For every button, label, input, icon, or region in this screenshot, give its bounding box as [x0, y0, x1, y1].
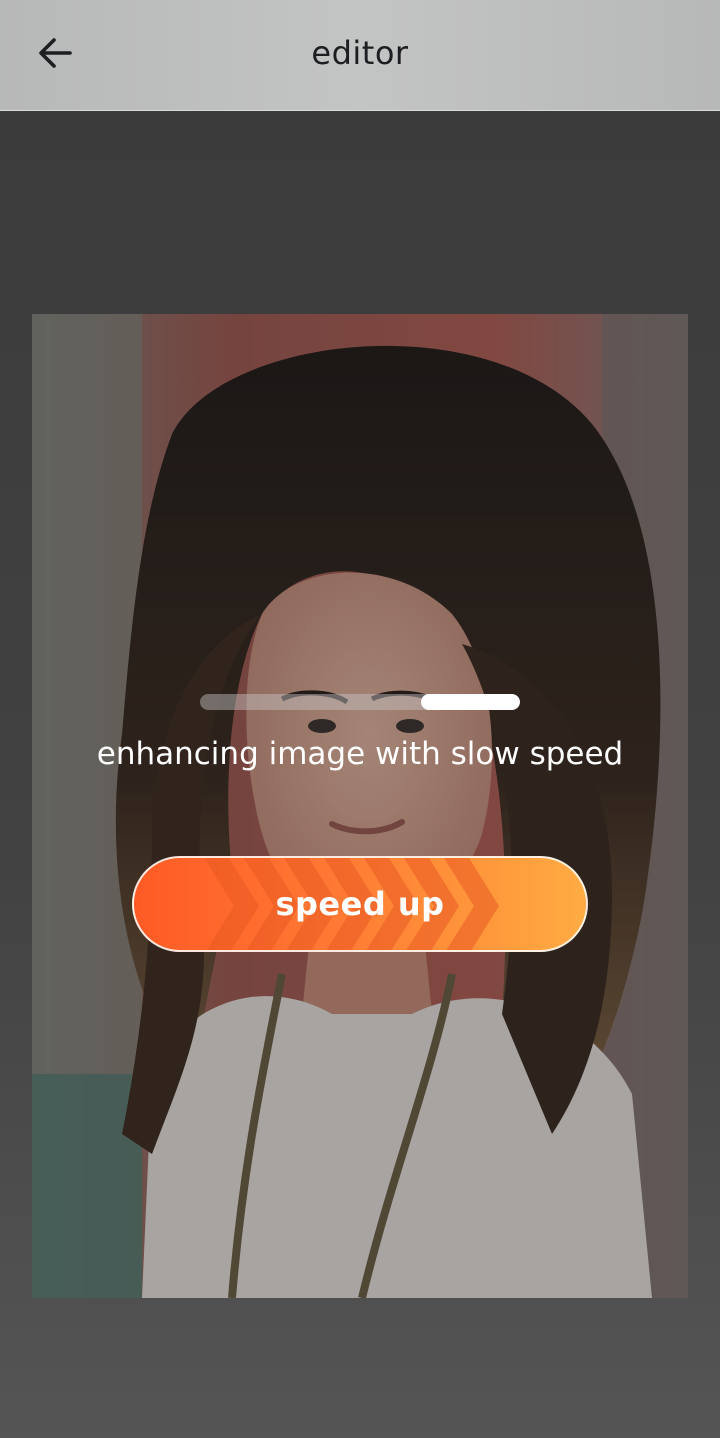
progress-bar: [200, 694, 520, 710]
speed-up-label: speed up: [275, 885, 445, 923]
progress-bar-fill: [420, 694, 520, 710]
enhancing-status-text: enhancing image with slow speed: [96, 736, 624, 772]
speed-up-button[interactable]: speed up: [132, 856, 588, 952]
editor-screen: editor enhancing image with slow speed s…: [0, 0, 720, 1438]
photo-dim-overlay: [32, 314, 688, 1298]
top-app-bar: editor: [0, 0, 720, 111]
photo-preview: [32, 314, 688, 1298]
page-title: editor: [311, 34, 409, 72]
